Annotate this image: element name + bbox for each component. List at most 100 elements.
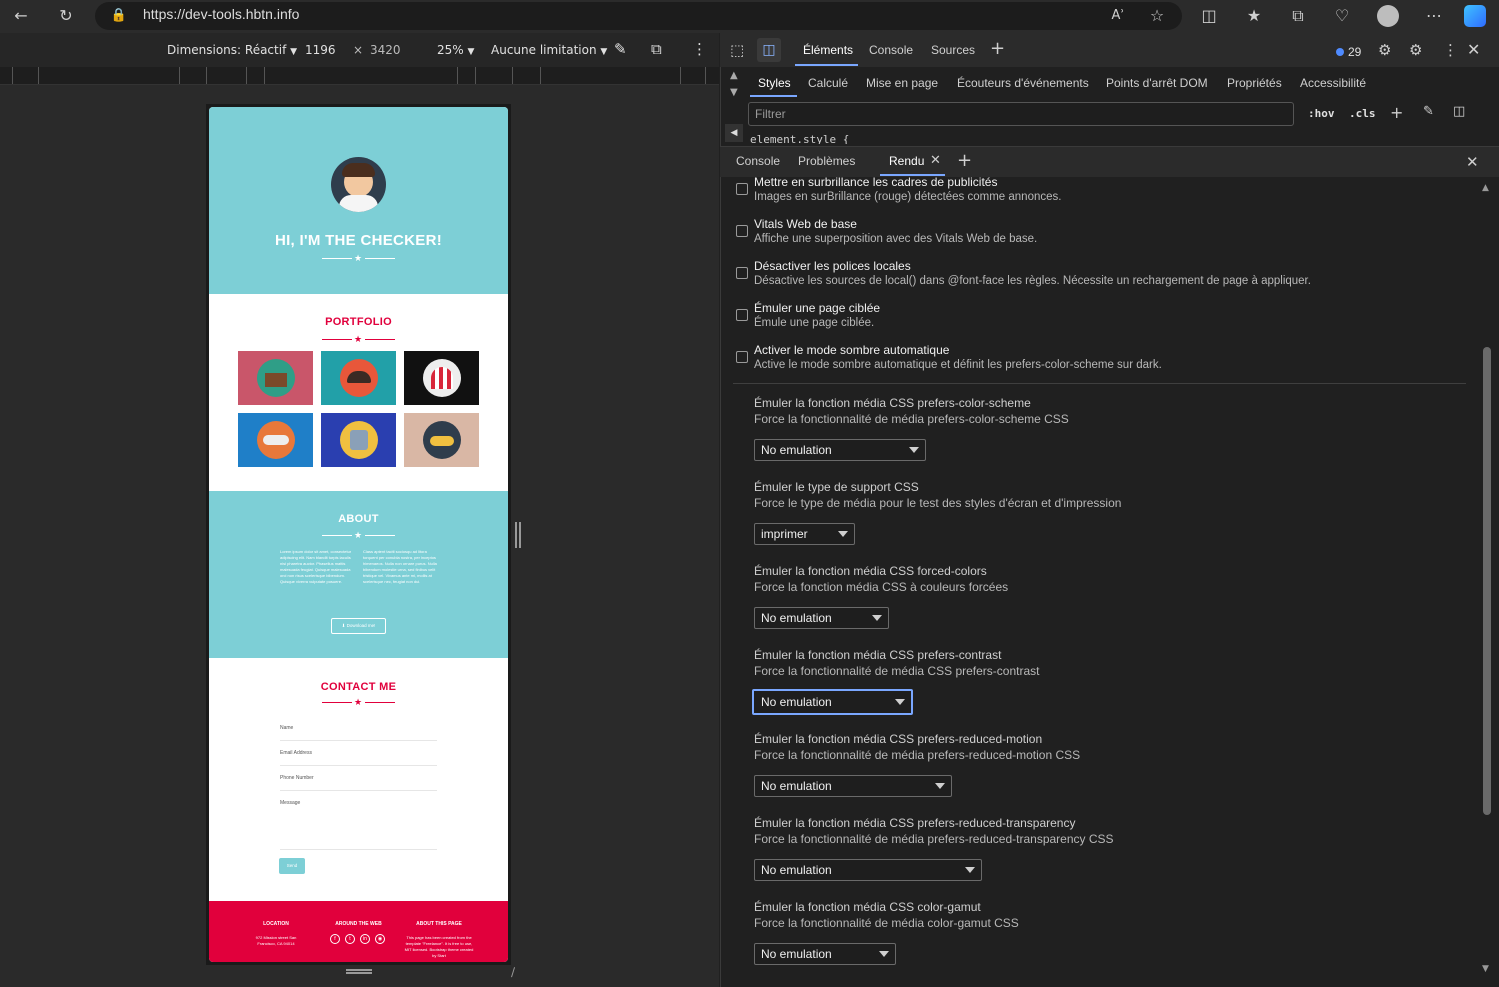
split-screen-icon[interactable]: ◫ [1198, 5, 1220, 27]
inspect-icon[interactable]: ⬚ [730, 41, 744, 59]
tab-layout[interactable]: Mise en page [866, 76, 938, 90]
issues-icon[interactable] [1336, 48, 1344, 56]
media-query-ruler[interactable] [0, 67, 719, 85]
chevron-down-icon[interactable]: ▼ [730, 87, 738, 98]
tab-elements[interactable]: Éléments [803, 43, 853, 57]
checkbox-ad-highlights[interactable] [736, 183, 748, 195]
drawer-tab-console[interactable]: Console [736, 154, 780, 168]
collections-icon[interactable]: ⧉ [1287, 5, 1309, 27]
prefers-reduced-motion-select[interactable]: No emulation [754, 775, 952, 797]
tab-event-listeners[interactable]: Écouteurs d'événements [957, 76, 1089, 90]
tab-accessibility[interactable]: Accessibilité [1300, 76, 1366, 90]
lock-icon[interactable]: 🔒 [108, 5, 130, 27]
tab-console[interactable]: Console [869, 43, 913, 57]
checkbox-core-web-vitals[interactable] [736, 225, 748, 237]
resize-handle-bottom[interactable] [346, 969, 372, 974]
portfolio-item-safe[interactable] [321, 413, 396, 467]
name-field[interactable]: Name [280, 725, 293, 731]
add-rule-icon[interactable]: + [1390, 103, 1403, 122]
portfolio-item-gamepad[interactable] [238, 413, 313, 467]
prefers-contrast-select[interactable]: No emulation [752, 689, 913, 715]
checkbox-auto-dark-mode[interactable] [736, 351, 748, 363]
issues-count[interactable]: 29 [1348, 45, 1361, 59]
collapse-sidebar-icon[interactable]: ◀ [725, 124, 743, 142]
portfolio-item-circus[interactable] [404, 351, 479, 405]
rotate-icon[interactable]: ⧉ [651, 40, 662, 58]
footer-about-title: ABOUT THIS PAGE [416, 921, 462, 927]
sensors-icon[interactable]: ✎ [614, 40, 627, 58]
drawer-tab-rendering[interactable]: Rendu [889, 154, 924, 168]
emulation-desc: Force la fonctionnalité de média color-g… [754, 916, 1019, 930]
scroll-up-icon[interactable]: ▲ [1482, 183, 1489, 193]
dribbble-icon[interactable]: ◉ [375, 934, 385, 944]
copilot-icon[interactable] [1464, 5, 1486, 27]
chevron-up-icon[interactable]: ▲ [730, 70, 738, 81]
forced-colors-select[interactable]: No emulation [754, 607, 889, 629]
download-button[interactable]: ⬇ Download me! [331, 618, 386, 634]
close-icon[interactable]: ✕ [1467, 40, 1480, 59]
more-menu-icon[interactable]: ⋯ [1423, 5, 1445, 27]
twitter-icon[interactable]: t [345, 934, 355, 944]
tab-sources[interactable]: Sources [931, 43, 975, 57]
url-text[interactable]: https://dev-tools.hbtn.info [143, 6, 299, 22]
favorite-star-icon[interactable]: ☆ [1146, 5, 1168, 27]
height-input[interactable]: 3420 [370, 43, 401, 57]
styles-filter-input[interactable] [748, 102, 1294, 126]
reload-icon[interactable]: ↻ [55, 5, 77, 27]
browser-essentials-icon[interactable]: ♡ [1331, 5, 1353, 27]
element-style-rule[interactable]: element.style { [750, 133, 849, 144]
more-icon[interactable]: ⋮ [1443, 41, 1458, 59]
cls-toggle[interactable]: .cls [1349, 107, 1376, 120]
add-tab-icon[interactable]: + [990, 38, 1005, 59]
tab-computed[interactable]: Calculé [808, 76, 848, 90]
tab-properties[interactable]: Propriétés [1227, 76, 1282, 90]
phone-field[interactable]: Phone Number [280, 775, 314, 781]
checkbox-disable-local-fonts[interactable] [736, 267, 748, 279]
customize-icon[interactable]: ⚙ [1378, 41, 1391, 59]
footer-section: LOCATION 972 Mission street San Francisc… [209, 901, 508, 962]
media-type-select[interactable]: imprimer [754, 523, 855, 545]
hov-toggle[interactable]: :hov [1308, 107, 1335, 120]
dimensions-label: Dimensions: Réactif [167, 43, 287, 57]
tab-dom-breakpoints[interactable]: Points d'arrêt DOM [1106, 76, 1208, 90]
device-mode-icon[interactable]: ◫ [757, 38, 781, 62]
portfolio-item-submarine[interactable] [404, 413, 479, 467]
zoom-select[interactable]: 25% ▼ [437, 43, 474, 57]
gear-icon[interactable]: ⚙ [1409, 41, 1422, 59]
prefers-color-scheme-select[interactable]: No emulation [754, 439, 926, 461]
facebook-icon[interactable]: f [330, 934, 340, 944]
favorites-icon[interactable]: ★ [1243, 5, 1265, 27]
throttle-select[interactable]: Aucune limitation ▼ [491, 43, 607, 57]
close-tab-icon[interactable]: ✕ [930, 153, 941, 168]
width-input[interactable]: 1196 [305, 43, 336, 57]
option-desc: Désactive les sources de local() dans @f… [754, 275, 1311, 287]
profile-avatar[interactable] [1377, 5, 1399, 27]
add-drawer-tab-icon[interactable]: + [957, 150, 972, 171]
drawer-tab-issues[interactable]: Problèmes [798, 154, 855, 168]
tab-styles[interactable]: Styles [758, 76, 791, 90]
scrollbar-thumb[interactable] [1483, 347, 1491, 815]
paint-brush-icon[interactable]: ✎ [1423, 104, 1434, 119]
portfolio-item-cake[interactable] [321, 351, 396, 405]
message-field[interactable]: Message [280, 800, 300, 806]
option-desc: Émule une page ciblée. [754, 317, 875, 329]
more-options-icon[interactable]: ⋮ [692, 40, 707, 58]
email-field[interactable]: Email Address [280, 750, 312, 756]
checkbox-emulate-focused-page[interactable] [736, 309, 748, 321]
footer-web-title: AROUND THE WEB [335, 921, 382, 927]
linkedin-icon[interactable]: in [360, 934, 370, 944]
close-drawer-icon[interactable]: ✕ [1466, 153, 1479, 171]
resize-handle-right[interactable] [515, 522, 521, 548]
send-button[interactable]: Send [279, 858, 305, 874]
chevron-down-icon [935, 783, 945, 789]
scroll-down-icon[interactable]: ▼ [1482, 964, 1489, 974]
portfolio-item-cabin[interactable] [238, 351, 313, 405]
emulation-desc: Force la fonctionnalité de média prefers… [754, 412, 1069, 426]
resize-corner-icon[interactable]: ∕ [511, 965, 515, 979]
back-icon[interactable]: ← [10, 5, 32, 27]
dimensions-select[interactable]: Dimensions: Réactif ▼ [167, 43, 297, 57]
computed-sidebar-icon[interactable]: ◫ [1453, 104, 1465, 119]
read-aloud-icon[interactable]: Aʾ [1107, 5, 1129, 27]
prefers-reduced-transparency-select[interactable]: No emulation [754, 859, 982, 881]
color-gamut-select[interactable]: No emulation [754, 943, 896, 965]
